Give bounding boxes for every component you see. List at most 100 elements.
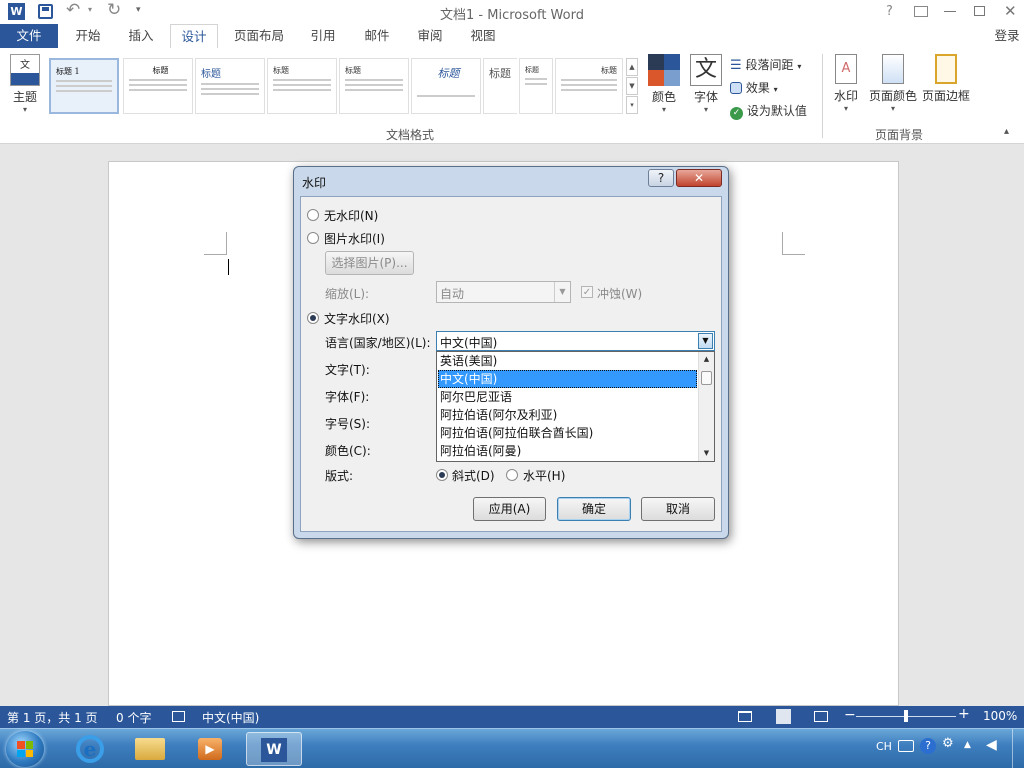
zoom-in-icon[interactable]: + — [958, 706, 970, 722]
no-watermark-radio[interactable] — [307, 209, 319, 221]
style-set-thumb[interactable]: 标题 1 — [49, 58, 119, 114]
help-tray-icon[interactable]: ? — [920, 738, 936, 754]
language-status[interactable]: 中文(中国) — [202, 709, 259, 726]
close-window-icon[interactable]: ✕ — [1004, 2, 1017, 20]
scale-select[interactable]: 自动 ▼ — [436, 281, 571, 303]
dialog-close-button[interactable]: ✕ — [676, 169, 722, 187]
paragraph-spacing-icon: ☰ — [730, 58, 742, 73]
tab-insert[interactable]: 插入 — [116, 24, 166, 48]
apply-button[interactable]: 应用(A) — [473, 497, 546, 521]
no-watermark-label[interactable]: 无水印(N) — [324, 207, 378, 224]
ok-button[interactable]: 确定 — [557, 497, 631, 521]
list-item[interactable]: 阿尔巴尼亚语 — [438, 388, 697, 406]
gallery-more-icon[interactable]: ▾ — [626, 96, 638, 114]
list-item[interactable]: 阿拉伯语(阿尔及利亚) — [438, 406, 697, 424]
style-set-thumb[interactable]: 标题 — [519, 58, 553, 114]
washout-label[interactable]: 冲蚀(W) — [597, 285, 642, 302]
colors-button[interactable]: 颜色 ▾ — [645, 54, 683, 118]
tab-review[interactable]: 审阅 — [408, 24, 452, 48]
tab-page-layout[interactable]: 页面布局 — [226, 24, 292, 48]
text-watermark-label[interactable]: 文字水印(X) — [324, 310, 390, 327]
style-set-thumb[interactable]: 标题 — [267, 58, 337, 114]
word-count[interactable]: 0 个字 — [116, 709, 151, 726]
print-layout-icon[interactable] — [776, 709, 791, 724]
undo-icon[interactable]: ↶ — [66, 0, 80, 20]
media-player-icon[interactable]: ▶ — [184, 732, 236, 766]
save-icon[interactable] — [38, 4, 53, 19]
web-layout-icon[interactable] — [814, 711, 828, 722]
volume-icon[interactable]: ◀ — [986, 737, 997, 753]
style-set-thumb[interactable]: 标题 — [555, 58, 623, 114]
scroll-thumb[interactable] — [701, 371, 712, 385]
paragraph-spacing-button[interactable]: ☰ 段落间距 ▾ — [730, 56, 820, 74]
sign-in-link[interactable]: 登录 — [990, 24, 1024, 48]
style-set-thumb[interactable]: 标题 — [483, 58, 517, 114]
tab-references[interactable]: 引用 — [300, 24, 346, 48]
style-set-thumb[interactable]: 标题 — [123, 58, 193, 114]
gallery-scroll-down-icon[interactable]: ▼ — [626, 77, 638, 95]
minimize-icon[interactable] — [944, 11, 956, 12]
watermark-button[interactable]: A 水印 ▾ — [828, 54, 864, 118]
washout-checkbox[interactable]: ✓ — [581, 286, 593, 298]
picture-watermark-radio[interactable] — [307, 232, 319, 244]
file-explorer-icon[interactable] — [124, 732, 176, 766]
scroll-down-icon[interactable]: ▼ — [699, 446, 714, 461]
internet-explorer-icon[interactable]: e — [64, 732, 116, 766]
tools-icon[interactable]: ⚙ — [942, 736, 954, 751]
show-hidden-icons[interactable]: ▲ — [964, 740, 971, 750]
zoom-level[interactable]: 100% — [983, 709, 1017, 723]
undo-dropdown-icon[interactable]: ▾ — [88, 5, 92, 14]
style-set-thumb[interactable]: 标题 — [411, 58, 481, 114]
read-mode-icon[interactable] — [738, 711, 752, 722]
language-select[interactable]: 中文(中国) ▼ — [436, 331, 715, 351]
ime-indicator[interactable]: CH — [876, 740, 892, 753]
page-color-button[interactable]: 页面颜色 ▾ — [868, 54, 918, 118]
cancel-button[interactable]: 取消 — [641, 497, 715, 521]
language-dropdown-icon[interactable]: ▼ — [698, 333, 713, 349]
gallery-scroll-up-icon[interactable]: ▲ — [626, 58, 638, 76]
horizontal-radio[interactable] — [506, 469, 518, 481]
effects-button[interactable]: 效果 ▾ — [730, 79, 810, 97]
word-app-icon[interactable]: W — [8, 3, 25, 20]
dialog-help-button[interactable]: ? — [648, 169, 674, 187]
zoom-slider-thumb[interactable] — [904, 710, 908, 722]
ribbon-display-icon[interactable] — [914, 6, 928, 17]
tab-mailings[interactable]: 邮件 — [354, 24, 400, 48]
diagonal-radio[interactable] — [436, 469, 448, 481]
keyboard-icon[interactable] — [898, 740, 914, 752]
tab-home[interactable]: 开始 — [62, 24, 114, 48]
fonts-button[interactable]: 文 字体 ▾ — [687, 54, 725, 118]
list-item[interactable]: 阿拉伯语(阿曼) — [438, 442, 697, 460]
picture-watermark-label[interactable]: 图片水印(I) — [324, 230, 385, 247]
proofing-icon[interactable] — [172, 711, 185, 722]
themes-button[interactable]: 文 主题 ▾ — [6, 54, 44, 118]
page-borders-label: 页面边框 — [921, 89, 970, 103]
list-item[interactable]: 阿拉伯语(阿拉伯联合酋长国) — [438, 424, 697, 442]
tab-design[interactable]: 设计 — [170, 24, 218, 49]
tab-file[interactable]: 文件 — [0, 24, 58, 48]
text-watermark-radio[interactable] — [307, 312, 319, 324]
help-icon[interactable]: ? — [886, 4, 893, 19]
page-count[interactable]: 第 1 页，共 1 页 — [7, 709, 98, 726]
list-item[interactable]: 中文(中国) — [438, 370, 697, 388]
word-taskbar-icon[interactable]: W — [246, 732, 302, 766]
redo-icon[interactable]: ↻ — [107, 0, 121, 20]
zoom-slider[interactable] — [856, 710, 956, 722]
list-scrollbar[interactable]: ▲ ▼ — [698, 352, 714, 461]
customize-qat-icon[interactable]: ▾ — [136, 5, 141, 15]
tab-view[interactable]: 视图 — [460, 24, 506, 48]
style-set-thumb[interactable]: 标题 — [339, 58, 409, 114]
list-item[interactable]: 英语(美国) — [438, 352, 697, 370]
page-borders-button[interactable]: 页面边框 — [920, 54, 972, 118]
horizontal-label[interactable]: 水平(H) — [523, 467, 565, 484]
restore-icon[interactable] — [974, 6, 985, 16]
start-button[interactable] — [6, 731, 44, 767]
select-picture-button[interactable]: 选择图片(P)... — [325, 251, 414, 275]
zoom-out-icon[interactable]: − — [844, 707, 856, 723]
style-set-thumb[interactable]: 标题 — [195, 58, 265, 114]
show-desktop-button[interactable] — [1012, 729, 1024, 768]
diagonal-label[interactable]: 斜式(D) — [452, 467, 495, 484]
set-default-button[interactable]: ✓ 设为默认值 — [730, 102, 816, 120]
collapse-ribbon-icon[interactable]: ▴ — [1004, 126, 1009, 137]
scroll-up-icon[interactable]: ▲ — [699, 352, 714, 367]
